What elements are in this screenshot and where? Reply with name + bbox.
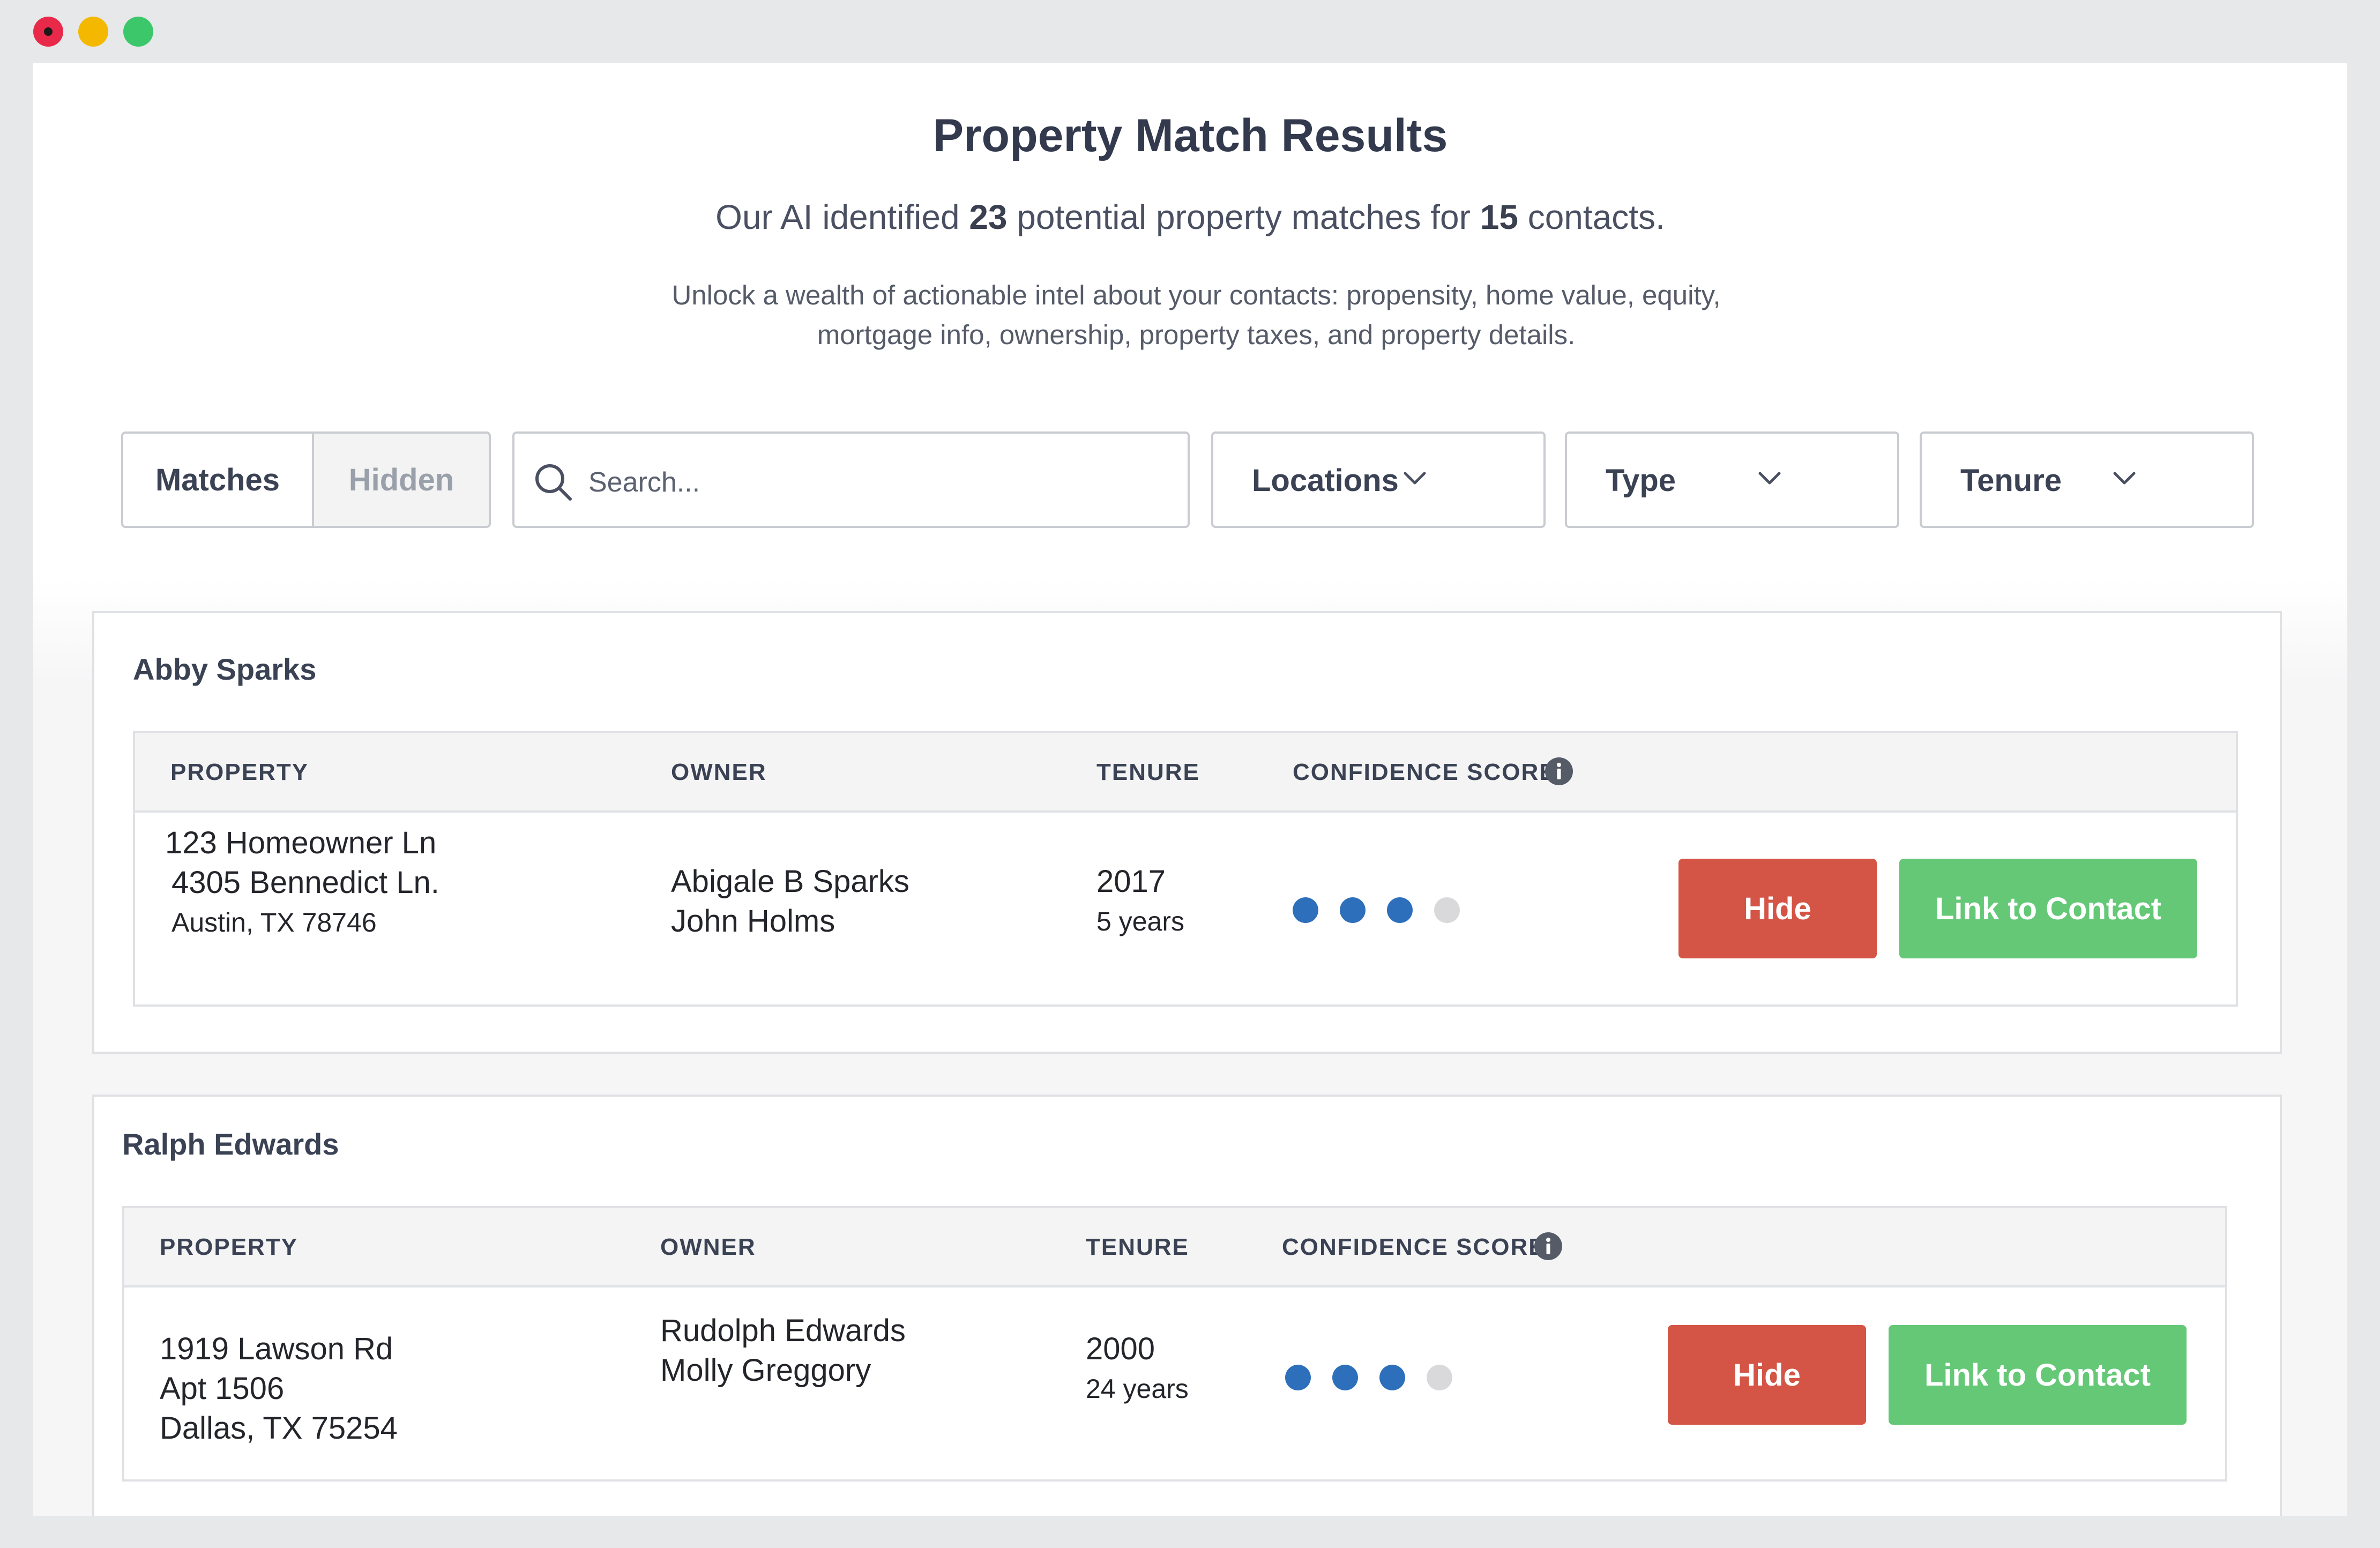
score-dot-filled	[1387, 897, 1413, 923]
score-dot-filled	[1379, 1365, 1405, 1390]
page-title: Property Match Results	[932, 110, 1448, 161]
link-to-contact-button[interactable]: Link to Contact	[1899, 859, 2197, 958]
search-icon	[535, 464, 572, 501]
minimize-window-button[interactable]	[78, 17, 108, 47]
hide-button[interactable]: Hide	[1678, 859, 1877, 958]
column-tenure: TENURE	[1086, 1234, 1189, 1260]
score-dot-filled	[1293, 897, 1318, 923]
page-description: Unlock a wealth of actionable intel abou…	[672, 280, 1721, 350]
column-property: PROPERTY	[170, 759, 309, 785]
close-window-button[interactable]	[33, 17, 63, 47]
confidence-score	[1285, 1365, 1452, 1390]
browser-window: Property Match Results Our AI identified…	[0, 0, 2380, 1548]
confidence-score	[1293, 897, 1460, 923]
property-tenure: 2017 5 years	[1096, 864, 1184, 936]
property-address: 123 Homeowner Ln 4305 Bennedict Ln. Aust…	[165, 825, 439, 937]
property-table: PROPERTY OWNER TENURE CONFIDENCE SCORE 1…	[122, 1206, 2227, 1482]
score-dot-filled	[1340, 897, 1366, 923]
property-address: 1919 Lawson Rd Apt 1506 Dallas, TX 75254	[160, 1331, 398, 1446]
contact-name: Abby Sparks	[133, 652, 317, 686]
tab-matches[interactable]: Matches	[121, 431, 312, 528]
table-header: PROPERTY OWNER TENURE CONFIDENCE SCORE	[135, 733, 2236, 813]
score-dot-empty	[1427, 1365, 1452, 1390]
score-dot-filled	[1332, 1365, 1358, 1390]
chevron-down-icon	[1404, 472, 1426, 485]
column-tenure: TENURE	[1096, 759, 1200, 785]
contact-card: Ralph Edwards PROPERTY OWNER TENURE CONF…	[92, 1095, 2282, 1516]
search-input[interactable]	[587, 455, 1168, 510]
chevron-down-icon	[2113, 472, 2136, 485]
page-content: Property Match Results Our AI identified…	[33, 63, 2347, 1516]
property-tenure: 2000 24 years	[1086, 1331, 1189, 1404]
match-count: 23	[969, 198, 1008, 236]
match-summary: Our AI identified 23 potential property …	[715, 198, 1665, 236]
maximize-window-button[interactable]	[123, 17, 153, 47]
property-owners: Abigale B Sparks John Holms	[671, 864, 909, 939]
tenure-dropdown[interactable]: Tenure	[1920, 431, 2254, 528]
column-property: PROPERTY	[160, 1234, 299, 1260]
tab-hidden[interactable]: Hidden	[312, 431, 491, 528]
type-dropdown[interactable]: Type	[1565, 431, 1899, 528]
contact-card: Abby Sparks PROPERTY OWNER TENURE CONFID…	[92, 611, 2282, 1054]
score-dot-empty	[1434, 897, 1460, 923]
property-table: PROPERTY OWNER TENURE CONFIDENCE SCORE 1…	[133, 731, 2238, 1007]
contact-name: Ralph Edwards	[122, 1127, 339, 1161]
column-owner: OWNER	[671, 759, 767, 785]
contact-count: 15	[1480, 198, 1518, 236]
info-icon[interactable]	[1534, 1232, 1563, 1261]
column-owner: OWNER	[660, 1234, 756, 1260]
chevron-down-icon	[1758, 472, 1781, 485]
search-box[interactable]	[512, 431, 1190, 528]
hide-button[interactable]: Hide	[1668, 1325, 1866, 1425]
table-header: PROPERTY OWNER TENURE CONFIDENCE SCORE	[124, 1208, 2225, 1287]
info-icon[interactable]	[1545, 757, 1573, 786]
column-confidence-score: CONFIDENCE SCORE	[1282, 1234, 1546, 1260]
locations-dropdown[interactable]: Locations	[1211, 431, 1546, 528]
link-to-contact-button[interactable]: Link to Contact	[1889, 1325, 2187, 1425]
column-confidence-score: CONFIDENCE SCORE	[1293, 759, 1556, 785]
score-dot-filled	[1285, 1365, 1311, 1390]
property-owners: Rudolph Edwards Molly Greggory	[660, 1313, 906, 1388]
